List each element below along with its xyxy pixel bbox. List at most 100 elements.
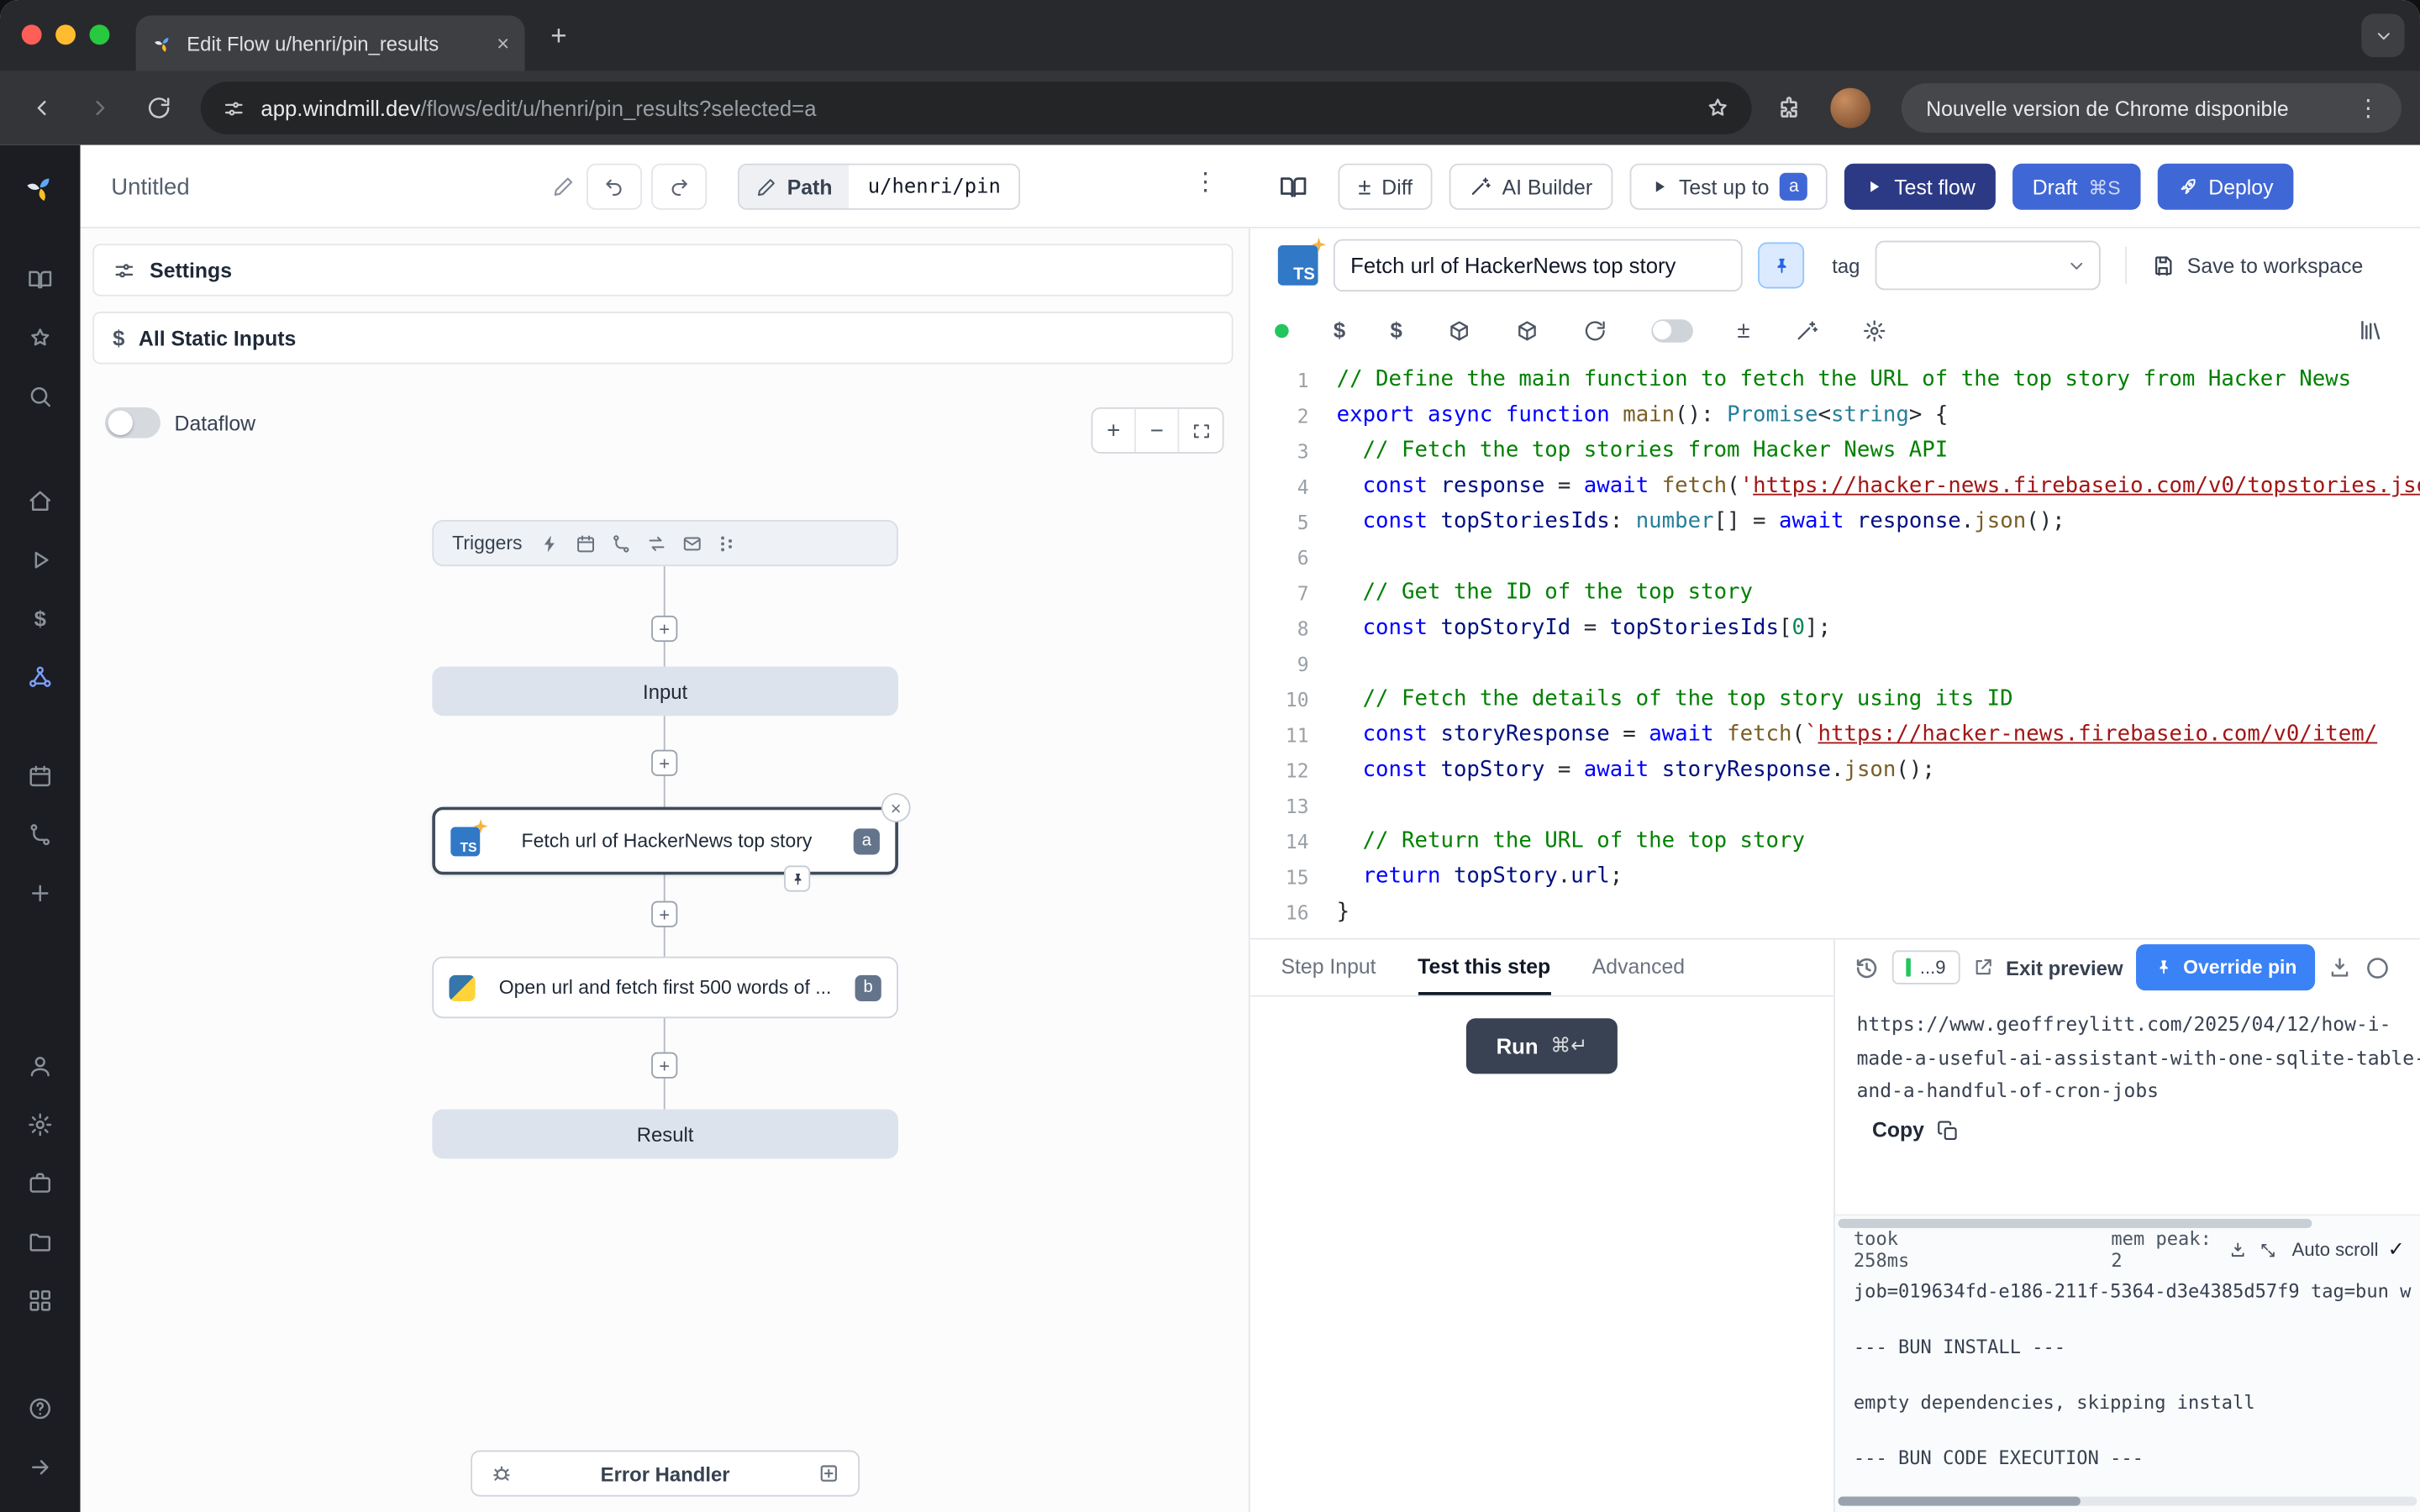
- dataflow-toggle[interactable]: [105, 407, 160, 438]
- code-line[interactable]: 8 const topStoryId = topStoriesIds[0];: [1250, 611, 2420, 646]
- flow-more-kebab-icon[interactable]: ⋮: [1186, 166, 1226, 197]
- sidebar-item-users[interactable]: [0, 1037, 81, 1095]
- package-cube-icon[interactable]: [1515, 318, 1539, 342]
- path-editor[interactable]: Path u/henri/pin: [738, 164, 1021, 210]
- test-flow-button[interactable]: Test flow: [1844, 164, 1995, 210]
- code-line[interactable]: 7 // Get the ID of the top story: [1250, 575, 2420, 611]
- magic-wand-icon[interactable]: [1795, 318, 1818, 342]
- path-value[interactable]: u/henri/pin: [850, 165, 1019, 208]
- gear-icon[interactable]: [1863, 318, 1886, 342]
- site-info-icon[interactable]: [222, 97, 245, 120]
- code-line[interactable]: 6: [1250, 540, 2420, 575]
- logs-horizontal-scrollbar[interactable]: [1839, 1219, 2312, 1228]
- timer-circle-icon[interactable]: [2365, 954, 2391, 980]
- sidebar-item-home[interactable]: [0, 472, 81, 531]
- history-icon[interactable]: [1854, 954, 1880, 980]
- exit-preview-button[interactable]: Exit preview: [2006, 956, 2123, 979]
- pin-step-button[interactable]: [1758, 242, 1804, 288]
- code-line[interactable]: 14 // Return the URL of the top story: [1250, 824, 2420, 859]
- external-link-icon[interactable]: [1972, 957, 1994, 979]
- code-line[interactable]: 16}: [1250, 895, 2420, 930]
- input-node[interactable]: Input: [432, 666, 898, 716]
- logs-bottom-scrollbar-track[interactable]: [1839, 1497, 2417, 1506]
- step-title-input[interactable]: [1334, 239, 1743, 291]
- tag-select[interactable]: [1876, 241, 2101, 291]
- diff-button[interactable]: ±Diff: [1338, 164, 1432, 210]
- url-bar[interactable]: app.windmill.dev/flows/edit/u/henri/pin_…: [201, 81, 1752, 134]
- code-line[interactable]: 10 // Fetch the details of the top story…: [1250, 682, 2420, 717]
- add-step-button[interactable]: +: [651, 901, 677, 927]
- webhook-branch-icon[interactable]: [612, 533, 632, 554]
- kafka-dots-icon[interactable]: [718, 533, 739, 554]
- add-step-button[interactable]: +: [651, 616, 677, 642]
- edit-name-pencil-icon[interactable]: [553, 176, 575, 197]
- code-line[interactable]: 3 // Fetch the top stories from Hacker N…: [1250, 433, 2420, 469]
- variable-dollar-icon[interactable]: $: [1334, 318, 1345, 342]
- chrome-update-button[interactable]: Nouvelle version de Chrome disponible ⋮: [1902, 83, 2402, 133]
- editor-mini-toggle[interactable]: [1651, 318, 1693, 342]
- code-line[interactable]: 12 const topStory = await storyResponse.…: [1250, 753, 2420, 788]
- mail-icon[interactable]: [683, 533, 703, 554]
- sidebar-item-resources[interactable]: [0, 648, 81, 706]
- window-controls[interactable]: [22, 24, 110, 45]
- all-static-inputs-row[interactable]: $ All Static Inputs: [92, 312, 1233, 364]
- reload-button[interactable]: [136, 85, 182, 131]
- minimize-window-button[interactable]: [55, 24, 76, 45]
- sidebar-collapse-button[interactable]: [0, 1438, 81, 1497]
- tab-step-input[interactable]: Step Input: [1281, 940, 1376, 995]
- sidebar-item-help[interactable]: [0, 1379, 81, 1438]
- remove-step-button[interactable]: ×: [881, 793, 911, 822]
- code-line[interactable]: 9: [1250, 647, 2420, 682]
- resource-dollar-icon[interactable]: $: [1391, 318, 1402, 342]
- settings-row[interactable]: Settings: [92, 244, 1233, 296]
- path-button[interactable]: Path: [739, 165, 850, 208]
- step-node-a[interactable]: TS Fetch url of HackerNews top story a: [432, 807, 898, 875]
- docs-book-button[interactable]: [1265, 164, 1321, 210]
- sidebar-item-schedules[interactable]: [0, 747, 81, 806]
- run-button[interactable]: Run ⌘↵: [1466, 1018, 1618, 1074]
- forward-button[interactable]: [77, 85, 124, 131]
- maximize-window-button[interactable]: [90, 24, 110, 45]
- sidebar-item-folders[interactable]: [0, 1213, 81, 1272]
- flow-name-field[interactable]: Untitled: [111, 165, 574, 208]
- code-line[interactable]: 15 return topStory.url;: [1250, 859, 2420, 895]
- browser-menu-kebab-icon[interactable]: ⋮: [2348, 94, 2390, 122]
- download-icon[interactable]: [2328, 955, 2352, 979]
- plus-square-icon[interactable]: [818, 1462, 839, 1484]
- package-cube-icon[interactable]: [1447, 318, 1470, 342]
- error-handler-node[interactable]: Error Handler: [471, 1451, 860, 1497]
- auto-scroll-checkbox[interactable]: ✓: [2388, 1237, 2405, 1262]
- code-line[interactable]: 11 const storyResponse = await fetch(`ht…: [1250, 717, 2420, 753]
- route-swap-icon[interactable]: [647, 533, 667, 554]
- extensions-puzzle-icon[interactable]: [1776, 95, 1802, 121]
- run-history-badge[interactable]: ...9: [1892, 950, 1960, 984]
- code-area[interactable]: 1// Define the main function to fetch th…: [1250, 358, 2420, 938]
- pinned-result-badge[interactable]: [784, 865, 810, 891]
- sidebar-item-triggers[interactable]: [0, 806, 81, 864]
- reset-refresh-icon[interactable]: [1583, 318, 1607, 342]
- new-tab-button[interactable]: +: [540, 17, 577, 54]
- tab-test-this-step[interactable]: Test this step: [1418, 940, 1550, 995]
- sidebar-item-apps[interactable]: [0, 1271, 81, 1330]
- tab-search-button[interactable]: [2361, 14, 2404, 57]
- browser-tab[interactable]: Edit Flow u/henri/pin_results ×: [136, 15, 525, 71]
- test-up-to-button[interactable]: Test up to a: [1629, 164, 1828, 210]
- sidebar-item-docs[interactable]: [0, 250, 81, 309]
- fit-view-button[interactable]: [1179, 409, 1222, 452]
- deploy-button[interactable]: Deploy: [2158, 164, 2294, 210]
- back-button[interactable]: [18, 85, 65, 131]
- bolt-icon[interactable]: [541, 533, 561, 554]
- add-step-button[interactable]: +: [651, 750, 677, 776]
- tab-close-icon[interactable]: ×: [497, 33, 509, 55]
- download-icon[interactable]: [2228, 1239, 2247, 1261]
- draft-button[interactable]: Draft ⌘S: [2012, 164, 2141, 210]
- bookmark-star-icon[interactable]: [1706, 96, 1730, 120]
- sidebar-item-favorites[interactable]: [0, 308, 81, 367]
- library-icon[interactable]: [2359, 318, 2383, 342]
- ai-builder-button[interactable]: AI Builder: [1449, 164, 1612, 210]
- code-line[interactable]: 2export async function main(): Promise<s…: [1250, 398, 2420, 433]
- sidebar-item-workers[interactable]: [0, 1154, 81, 1213]
- code-line[interactable]: 4 const response = await fetch('https://…: [1250, 469, 2420, 504]
- logs-bottom-scrollbar-thumb[interactable]: [1839, 1497, 2081, 1506]
- redo-button[interactable]: [651, 164, 707, 210]
